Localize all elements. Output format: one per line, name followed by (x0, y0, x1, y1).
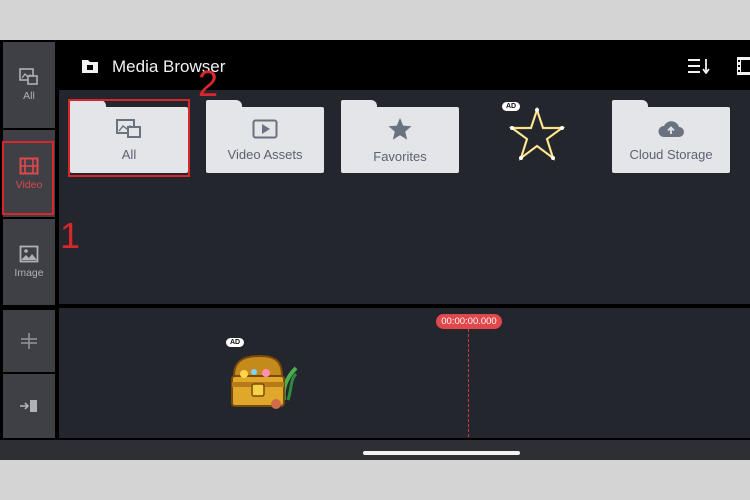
folder-video-assets[interactable]: Video Assets (206, 100, 324, 173)
folder-label: Video Assets (227, 146, 303, 162)
sort-icon[interactable] (687, 58, 711, 74)
sparkle-star-ad[interactable] (508, 106, 566, 164)
annotation-number-1: 1 (60, 215, 81, 256)
folder-icon (82, 60, 98, 73)
cloud-icon (658, 120, 684, 137)
timeline-panel[interactable]: 00:00:00.000 AD (59, 308, 750, 438)
import-icon (20, 400, 37, 412)
playhead-time[interactable]: 00:00:00.000 (436, 314, 502, 329)
treasure-chest-ad[interactable] (226, 348, 302, 412)
image-stack-icon (19, 68, 38, 85)
sidebar-item-label: All (23, 90, 35, 102)
split-button[interactable] (3, 310, 55, 372)
sidebar-item-image[interactable]: Image (3, 219, 55, 305)
left-sidebar: All Video Image (3, 42, 55, 438)
highlight-box-all (68, 99, 190, 177)
folder-cloud-storage[interactable]: Cloud Storage (612, 100, 730, 173)
film-strip-icon[interactable] (737, 57, 750, 75)
star-icon (388, 117, 412, 140)
highlight-box-video (2, 141, 54, 215)
play-icon (252, 119, 278, 138)
image-icon (19, 245, 39, 263)
header-bar: Media Browser (59, 42, 750, 90)
home-indicator[interactable] (363, 451, 520, 455)
folder-favorites[interactable]: Favorites (341, 100, 459, 173)
import-button[interactable] (3, 374, 55, 438)
folder-label: Cloud Storage (629, 146, 713, 162)
folder-label: Favorites (373, 148, 427, 164)
playhead-line[interactable] (468, 329, 469, 437)
sidebar-item-all[interactable]: All (3, 42, 55, 128)
annotation-number-2: 2 (198, 63, 219, 104)
bottom-strip (0, 440, 750, 460)
split-icon (21, 333, 37, 349)
sidebar-item-label: Image (14, 267, 44, 279)
ad-badge: AD (226, 338, 245, 347)
